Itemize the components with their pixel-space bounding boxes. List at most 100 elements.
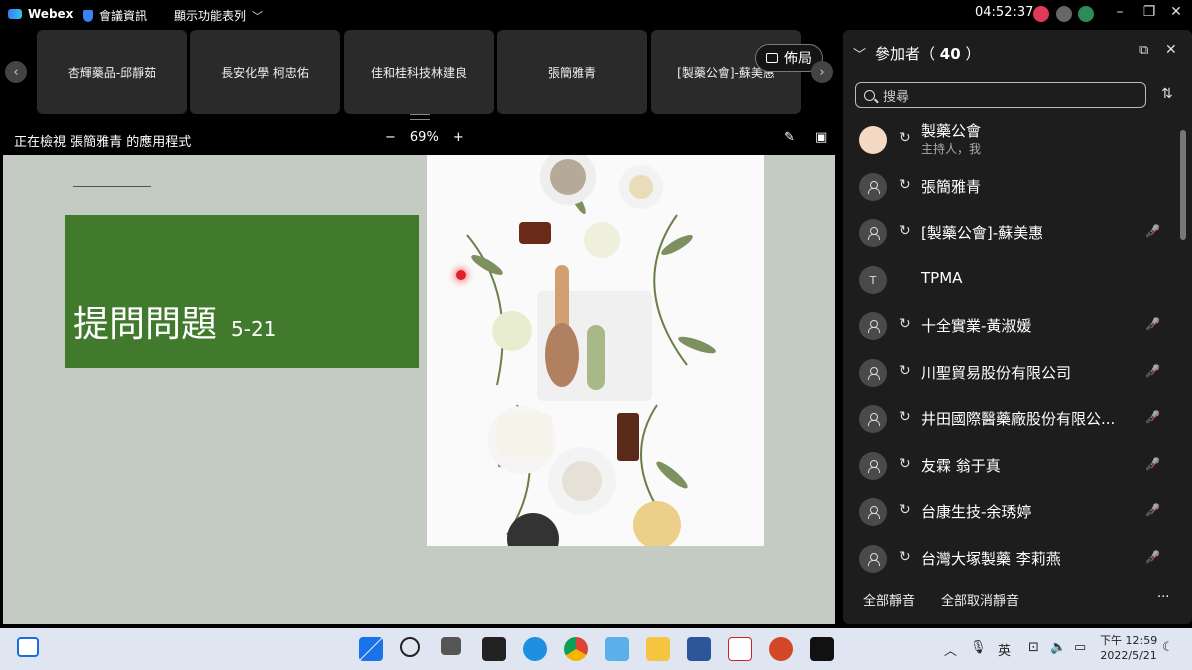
- widgets-icon[interactable]: [17, 637, 39, 657]
- laser-pointer: [456, 270, 466, 280]
- participant-row[interactable]: ↻ 台康生技-余琇婷 🎤̸: [843, 490, 1178, 534]
- participant-name: 友霖 翁于真: [921, 457, 1001, 475]
- viewing-label: 正在檢視 張簡雅青 的應用程式: [14, 135, 192, 150]
- participant-row[interactable]: ↻ 台灣大塚製藥 李莉燕 🎤̸: [843, 537, 1178, 581]
- participant-row[interactable]: T TPMA: [843, 258, 1178, 302]
- edge-icon[interactable]: [523, 637, 547, 661]
- person-icon: [868, 320, 880, 333]
- unmute-all-button[interactable]: 全部取消靜音: [941, 590, 1019, 609]
- muted-microphone-icon[interactable]: 🎤̸: [1145, 317, 1160, 331]
- tile-name: 張簡雅青: [547, 65, 596, 80]
- layout-label: 佈局: [784, 51, 812, 67]
- search-placeholder: 搜尋: [883, 89, 910, 105]
- participant-row[interactable]: ↻ 友霖 翁于真 🎤̸: [843, 444, 1178, 488]
- strip-next-button[interactable]: ›: [811, 61, 833, 83]
- task-view-icon[interactable]: [441, 637, 461, 655]
- popout-icon[interactable]: ⧉: [1139, 43, 1148, 58]
- tile-name: 杏輝藥品-邱靜茹: [67, 65, 157, 80]
- participant-row[interactable]: ↻ 十全實業-黃淑媛 🎤̸: [843, 304, 1178, 348]
- participant-name: TPMA: [921, 269, 963, 287]
- mute-all-button[interactable]: 全部靜音: [863, 590, 915, 609]
- slide-divider: [73, 186, 151, 187]
- collapse-panel-icon[interactable]: ﹀: [853, 44, 866, 63]
- webex-taskbar-icon[interactable]: [810, 637, 834, 661]
- participant-row[interactable]: ↻ [製藥公會]-蘇美惠 🎤̸: [843, 211, 1178, 255]
- scrollbar-thumb[interactable]: [1180, 130, 1186, 240]
- person-avatar-icon: [859, 359, 887, 387]
- sort-icon[interactable]: ⇅: [1161, 86, 1173, 102]
- connection-icon: ↻: [899, 130, 911, 146]
- person-avatar-icon: [859, 405, 887, 433]
- participant-name: 井田國際醫藥廠股份有限公...: [921, 410, 1116, 428]
- word-icon[interactable]: [687, 637, 711, 661]
- panel-footer: 全部靜音 全部取消靜音: [863, 590, 1019, 609]
- participant-row[interactable]: ↻ 川聖貿易股份有限公司 🎤̸: [843, 351, 1178, 395]
- volume-icon[interactable]: 🔈: [1050, 640, 1066, 655]
- notepad-icon[interactable]: [605, 637, 629, 661]
- ime-indicator[interactable]: 英: [998, 640, 1011, 659]
- person-avatar-icon: [859, 173, 887, 201]
- strip-prev-button[interactable]: ‹: [5, 61, 27, 83]
- connection-icon: ↻: [899, 549, 911, 565]
- microphone-icon[interactable]: 🎙: [970, 640, 987, 655]
- zoom-out-button[interactable]: −: [385, 130, 396, 145]
- close-window-button[interactable]: ✕: [1166, 4, 1186, 20]
- taskbar-clock[interactable]: 下午 12:59 2022/5/21: [1100, 633, 1157, 663]
- muted-microphone-icon[interactable]: 🎤̸: [1145, 503, 1160, 517]
- participant-row[interactable]: ↻ 張簡雅青: [843, 165, 1178, 209]
- file-explorer-icon[interactable]: [646, 637, 670, 661]
- view-menu-label: 顯示功能表列: [174, 9, 247, 23]
- minimize-button[interactable]: –: [1110, 4, 1130, 20]
- search-taskbar-icon[interactable]: [400, 637, 420, 657]
- more-options-button[interactable]: ···: [1157, 590, 1169, 605]
- host-avatar: [859, 126, 887, 154]
- video-tile[interactable]: 張簡雅青: [497, 30, 647, 114]
- muted-microphone-icon[interactable]: 🎤̸: [1145, 410, 1160, 424]
- video-tile[interactable]: 長安化學 柯忠佑: [190, 30, 340, 114]
- meeting-timer: 04:52:37: [975, 5, 1034, 20]
- zoom-in-button[interactable]: +: [453, 130, 464, 145]
- participant-scrollbar[interactable]: [1180, 120, 1186, 580]
- record-icon[interactable]: [1033, 6, 1049, 22]
- person-icon: [868, 181, 880, 194]
- muted-microphone-icon[interactable]: 🎤̸: [1145, 224, 1160, 238]
- video-tile[interactable]: 佳和桂科技林建良: [344, 30, 494, 114]
- participant-row[interactable]: ↻ 製藥公會 主持人，我: [843, 118, 1178, 162]
- person-avatar-icon: [859, 545, 887, 573]
- person-icon: [868, 367, 880, 380]
- tile-name: 佳和桂科技林建良: [370, 65, 467, 80]
- meeting-info-label: 會議資訊: [99, 9, 148, 23]
- resize-handle[interactable]: [410, 114, 430, 120]
- popout-share-icon[interactable]: ▣: [815, 130, 827, 145]
- chrome-icon[interactable]: [564, 637, 588, 661]
- muted-microphone-icon[interactable]: 🎤̸: [1145, 457, 1160, 471]
- link-icon[interactable]: [1056, 6, 1072, 22]
- battery-icon[interactable]: ▭: [1074, 640, 1086, 655]
- video-tile[interactable]: 杏輝藥品-邱靜茹: [37, 30, 187, 114]
- notifications-icon[interactable]: ☾: [1162, 640, 1174, 655]
- participant-role: 主持人，我: [921, 142, 982, 156]
- widgets-board-icon[interactable]: [482, 637, 506, 661]
- participant-name: 張簡雅青: [921, 178, 982, 196]
- start-icon[interactable]: [359, 637, 383, 661]
- restore-button[interactable]: ❐: [1139, 4, 1159, 20]
- video-tile[interactable]: [製藥公會]-蘇美惠: [651, 30, 801, 114]
- pdf-icon[interactable]: [728, 637, 752, 661]
- clock-time: 下午 12:59: [1100, 634, 1158, 647]
- view-menu-button[interactable]: 顯示功能表列 ﹀: [174, 7, 263, 24]
- tray-expand-icon[interactable]: ︿: [944, 640, 957, 659]
- search-input[interactable]: 搜尋: [855, 82, 1146, 108]
- slide-title-text: 提問問題: [73, 304, 218, 345]
- display-icon[interactable]: ⊡: [1028, 640, 1039, 655]
- close-panel-icon[interactable]: ✕: [1165, 42, 1177, 58]
- participant-name: 十全實業-黃淑媛: [921, 317, 1032, 335]
- muted-microphone-icon[interactable]: 🎤̸: [1145, 550, 1160, 564]
- muted-microphone-icon[interactable]: 🎤̸: [1145, 364, 1160, 378]
- participant-row[interactable]: ↻ 井田國際醫藥廠股份有限公... 🎤̸: [843, 397, 1178, 441]
- participant-count: 40: [939, 45, 961, 63]
- meeting-info-button[interactable]: 會議資訊: [83, 7, 147, 24]
- powerpoint-icon[interactable]: [769, 637, 793, 661]
- signal-icon[interactable]: [1078, 6, 1094, 22]
- zoom-level: 69%: [409, 130, 439, 145]
- annotate-icon[interactable]: ✎: [784, 130, 795, 145]
